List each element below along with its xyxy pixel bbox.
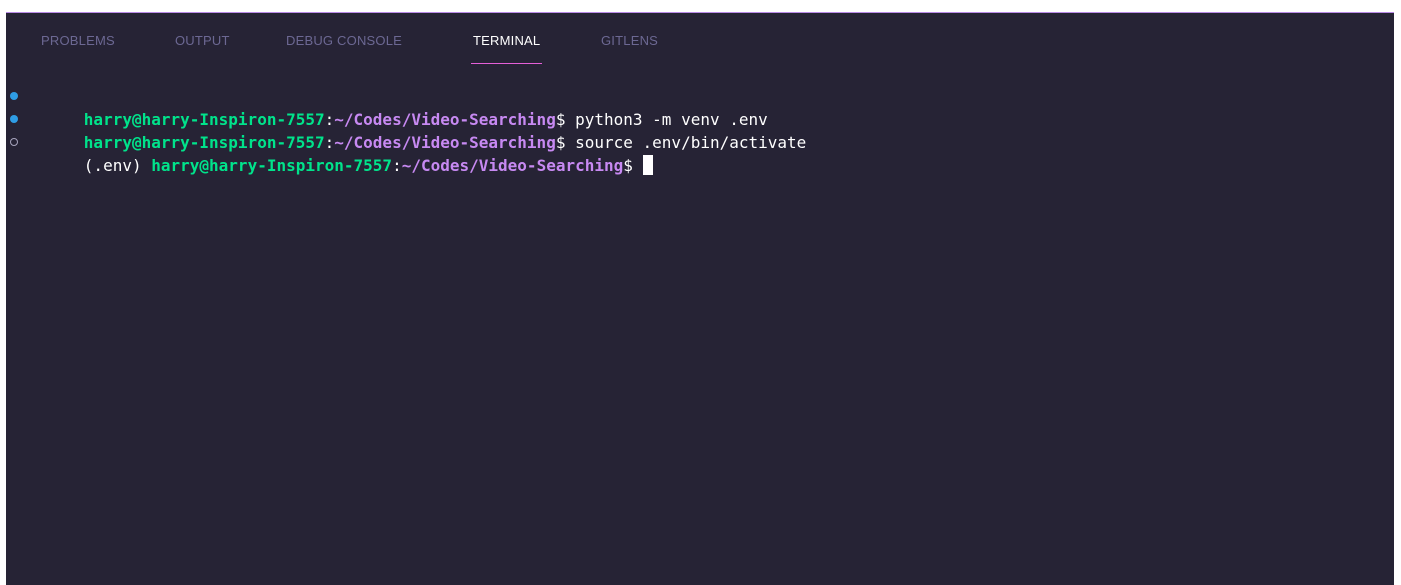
command-success-icon[interactable] — [10, 92, 18, 100]
tab-problems[interactable]: PROBLEMS — [41, 33, 115, 48]
tab-output[interactable]: OUTPUT — [175, 33, 230, 48]
terminal-line: harry@harry-Inspiron-7557:~/Codes/Video-… — [6, 85, 1394, 129]
command-text — [633, 156, 643, 175]
active-tab-indicator — [471, 63, 542, 64]
terminal-panel: PROBLEMS OUTPUT DEBUG CONSOLE TERMINAL G… — [6, 12, 1394, 585]
terminal-line: (.env) harry@harry-Inspiron-7557:~/Codes… — [6, 131, 1394, 175]
terminal-line: harry@harry-Inspiron-7557:~/Codes/Video-… — [6, 108, 1394, 152]
command-success-icon[interactable] — [10, 115, 18, 123]
command-pending-icon[interactable] — [10, 138, 18, 146]
terminal-cursor — [642, 155, 653, 175]
terminal-output[interactable]: harry@harry-Inspiron-7557:~/Codes/Video-… — [6, 85, 1394, 175]
prompt-separator: : — [392, 156, 402, 175]
tab-debug-console[interactable]: DEBUG CONSOLE — [286, 33, 402, 48]
prompt-symbol: $ — [623, 156, 633, 175]
tab-terminal[interactable]: TERMINAL — [473, 33, 540, 48]
panel-tab-bar: PROBLEMS OUTPUT DEBUG CONSOLE TERMINAL G… — [6, 13, 1394, 65]
prompt-user-host: harry@harry-Inspiron-7557 — [151, 156, 393, 175]
tab-gitlens[interactable]: GITLENS — [601, 33, 658, 48]
virtualenv-prefix: (.env) — [83, 156, 152, 175]
prompt-path: ~/Codes/Video-Searching — [401, 156, 624, 175]
